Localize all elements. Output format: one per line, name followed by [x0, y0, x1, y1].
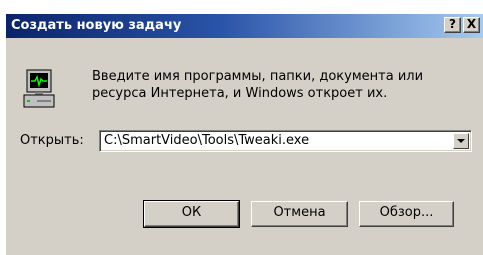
close-button[interactable]: X: [463, 17, 480, 33]
cancel-button[interactable]: Отмена: [251, 201, 348, 227]
browse-button[interactable]: Обзор...: [359, 201, 454, 227]
instruction-line-1: Введите имя программы, папки, документа …: [92, 69, 424, 84]
open-combobox[interactable]: C:\SmartVideo\Tools\Tweaki.exe: [99, 130, 472, 152]
open-input[interactable]: C:\SmartVideo\Tools\Tweaki.exe: [104, 133, 444, 149]
window-title: Создать новую задачу: [11, 18, 182, 33]
ok-button[interactable]: ОК: [143, 200, 240, 228]
instruction-text: Введите имя программы, папки, документа …: [92, 68, 472, 102]
help-button[interactable]: ?: [444, 17, 461, 33]
run-dialog-window: Создать новую задачу ? X Введите имя про…: [6, 14, 483, 255]
instruction-line-2: ресурса Интернета, и Windows откроет их.: [92, 86, 388, 101]
computer-monitor-icon: [23, 69, 55, 108]
dropdown-arrow-button[interactable]: [453, 133, 469, 149]
open-label: Открыть:: [20, 133, 84, 148]
title-bar[interactable]: Создать новую задачу ? X: [6, 14, 483, 38]
